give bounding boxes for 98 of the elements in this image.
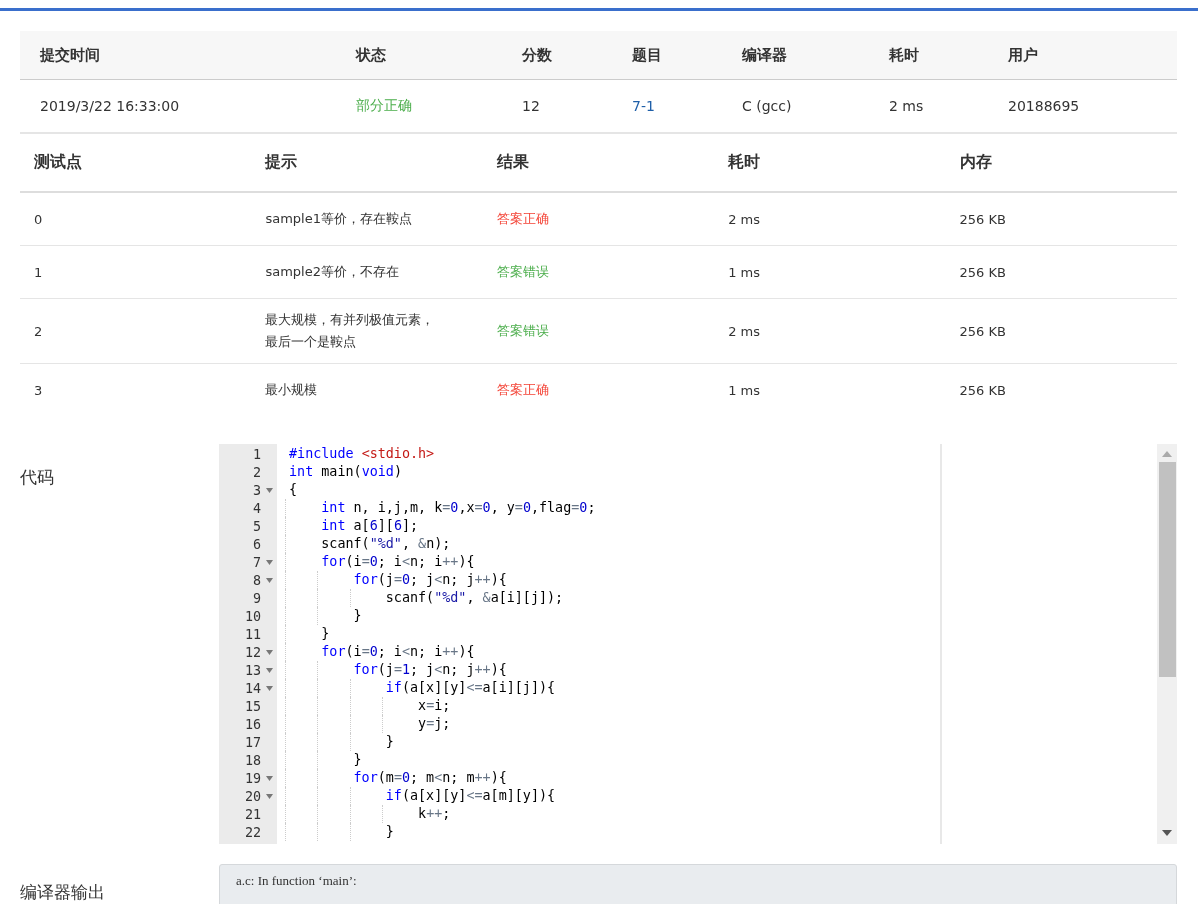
table-cell: 2	[20, 298, 252, 364]
column-header: 耗时	[714, 134, 946, 192]
table-cell: 0	[20, 192, 252, 246]
code-line: for(i=0; i<n; i++){	[320, 644, 475, 659]
column-header: 耗时	[869, 31, 988, 80]
column-header: 提交时间	[20, 31, 336, 80]
column-header: 编译器	[722, 31, 869, 80]
code-line: }	[352, 752, 362, 767]
column-header: 分数	[502, 31, 612, 80]
line-number: 5	[251, 518, 261, 534]
column-header: 结果	[482, 134, 715, 192]
fold-arrow-icon[interactable]	[265, 559, 273, 565]
table-cell: 256 KB	[945, 363, 1177, 416]
line-number: 9	[251, 590, 261, 606]
line-number: 17	[243, 734, 261, 750]
line-number: 18	[243, 752, 261, 768]
table-cell: 1 ms	[714, 245, 946, 299]
result-cell: 答案正确	[482, 363, 715, 416]
code-line: k++;	[417, 806, 451, 821]
code-line: int a[6][6];	[320, 518, 419, 533]
code-line: }	[384, 734, 394, 749]
table-cell: 20188695	[988, 79, 1177, 133]
code-line: y=j;	[417, 716, 451, 731]
scroll-down-icon[interactable]	[1162, 830, 1172, 836]
code-line: if(a[x][y]<=a[i][j]){	[384, 680, 556, 695]
code-line: scanf("%d", &n);	[320, 536, 451, 551]
table-cell-text: 最小规模	[265, 381, 318, 399]
line-number: 11	[243, 626, 261, 642]
line-number: 15	[243, 698, 261, 714]
section-label: 编译器输出	[20, 881, 106, 904]
result-cell: 答案错误	[482, 245, 715, 299]
line-number: 1	[251, 446, 261, 462]
code-line: for(i=0; i<n; i++){	[320, 554, 475, 569]
code-line: if(a[x][y]<=a[m][y]){	[384, 788, 556, 803]
column-header: 状态	[336, 31, 502, 80]
scrollbar[interactable]	[1157, 444, 1177, 844]
line-number: 14	[243, 680, 261, 696]
table-cell: 256 KB	[945, 245, 1177, 299]
line-number: 21	[243, 806, 261, 822]
fold-arrow-icon[interactable]	[265, 487, 273, 493]
fold-arrow-icon[interactable]	[265, 685, 273, 691]
fold-arrow-icon[interactable]	[265, 793, 273, 799]
code-line: int n, i,j,m, k=0,x=0, y=0,flag=0;	[320, 500, 596, 515]
line-number: 22	[243, 824, 261, 840]
code-line: int main(void)	[289, 464, 402, 479]
code-line: for(m=0; m<n; m++){	[352, 770, 507, 785]
code-line: for(j=1; j<n; j++){	[352, 662, 507, 677]
table-cell: C (gcc)	[722, 79, 869, 133]
line-number: 10	[243, 608, 261, 624]
column-header: 提示	[251, 134, 483, 192]
table-cell: 2 ms	[869, 79, 988, 133]
fold-arrow-icon[interactable]	[265, 667, 273, 673]
line-number: 6	[251, 536, 261, 552]
column-header: 题目	[612, 31, 722, 80]
code-line: }	[320, 626, 330, 641]
result-cell: 答案正确	[482, 192, 715, 246]
line-number: 4	[251, 500, 261, 516]
code-line: }	[352, 608, 362, 623]
section-label: 代码	[20, 466, 55, 489]
code-line: x=i;	[417, 698, 451, 713]
code-line: for(j=0; j<n; j++){	[352, 572, 507, 587]
line-number: 7	[251, 554, 261, 570]
code-line: {	[289, 482, 298, 497]
table-cell-text: sample2等价，不存在	[265, 263, 399, 281]
fold-arrow-icon[interactable]	[265, 577, 273, 583]
table-cell-text: 最大规模，有并列极值元素，最后一个是鞍点	[265, 311, 436, 351]
table-cell: 2 ms	[714, 298, 946, 364]
column-header: 用户	[988, 31, 1177, 80]
result-cell: 答案错误	[482, 298, 715, 364]
line-number: 19	[243, 770, 261, 786]
table-cell: 12	[502, 79, 612, 133]
table-cell: 256 KB	[945, 192, 1177, 246]
scroll-thumb[interactable]	[1158, 462, 1176, 677]
status-cell: 部分正确	[336, 79, 502, 133]
table-cell: 3	[20, 363, 252, 416]
column-header: 内存	[945, 134, 1177, 192]
table-cell: 2019/3/22 16:33:00	[20, 79, 336, 133]
line-number: 20	[243, 788, 261, 804]
line-number: 2	[251, 464, 261, 480]
scroll-up-icon[interactable]	[1162, 451, 1172, 457]
code-line: scanf("%d", &a[i][j]);	[384, 590, 564, 605]
table-cell: 256 KB	[945, 298, 1177, 364]
output-line: a.c: In function ‘main’:	[236, 873, 358, 889]
line-number: 13	[243, 662, 261, 678]
table-cell: 2 ms	[714, 192, 946, 246]
code-line: #include <stdio.h>	[289, 446, 435, 461]
fold-arrow-icon[interactable]	[265, 775, 273, 781]
problem-link[interactable]: 7-1	[632, 98, 655, 114]
line-number: 8	[251, 572, 261, 588]
code-line: }	[384, 824, 394, 839]
table-cell: 1	[20, 245, 252, 299]
table-cell: 1 ms	[714, 363, 946, 416]
table-cell-text: sample1等价，存在鞍点	[265, 210, 412, 228]
column-header: 测试点	[20, 134, 252, 192]
line-number: 12	[243, 644, 261, 660]
line-number: 16	[243, 716, 261, 732]
fold-arrow-icon[interactable]	[265, 649, 273, 655]
line-number: 3	[251, 482, 261, 498]
